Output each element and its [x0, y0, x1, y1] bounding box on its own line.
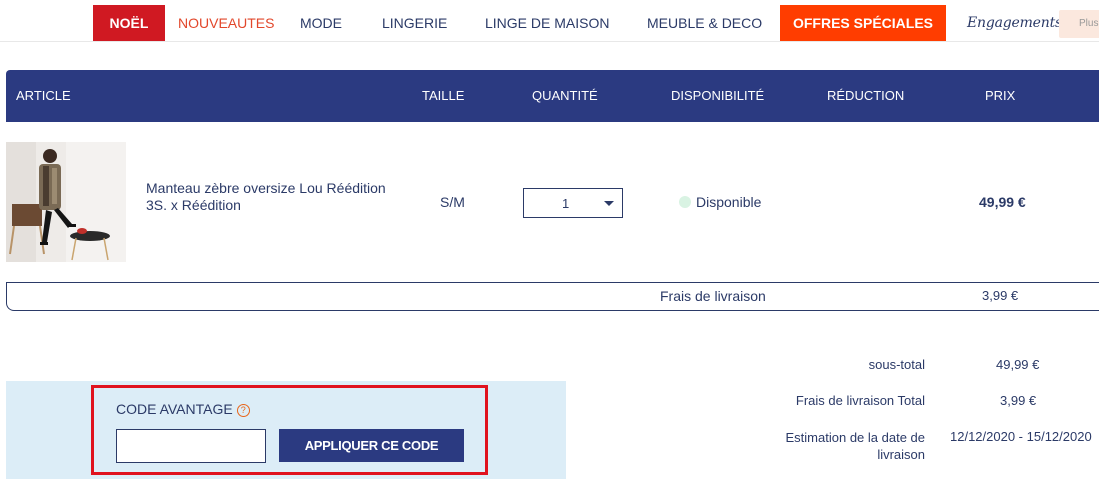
product-price: 49,99 €	[979, 194, 1026, 210]
nav-mode[interactable]: MODE	[300, 5, 342, 41]
coupon-code-input[interactable]	[116, 429, 266, 463]
quantity-select[interactable]: 1	[523, 188, 623, 218]
delivery-total-value: 3,99 €	[1000, 393, 1037, 408]
apply-code-button[interactable]: APPLIQUER CE CODE	[279, 429, 464, 462]
header-taille: TAILLE	[422, 88, 465, 103]
help-icon[interactable]: ?	[236, 404, 250, 417]
availability-dot-icon	[679, 196, 691, 208]
nav-linge-de-maison[interactable]: LINGE DE MAISON	[485, 5, 609, 41]
delivery-estimate-label: Estimation de la date de livraison	[785, 430, 925, 462]
availability-label: Disponible	[696, 194, 762, 210]
delivery-estimate-value: 12/12/2020 - 15/12/2020	[950, 429, 1092, 444]
quantity-value: 1	[562, 196, 570, 211]
product-size: S/M	[440, 194, 465, 210]
nav-engagements[interactable]: Engagements	[967, 5, 1062, 41]
delivery-value: 3,99 €	[982, 288, 1019, 303]
coupon-title-label: CODE AVANTAGE	[116, 401, 233, 417]
nav-lingerie[interactable]: LINGERIE	[382, 5, 447, 41]
header-article: ARTICLE	[16, 88, 71, 103]
product-image[interactable]	[6, 142, 126, 262]
header-prix: PRIX	[985, 88, 1016, 103]
availability-status: Disponible	[679, 194, 761, 210]
nav-meuble-deco[interactable]: MEUBLE & DECO	[647, 5, 762, 41]
delivery-label: Frais de livraison	[660, 288, 766, 304]
nav-plus[interactable]: Plus	[1059, 10, 1099, 38]
header-disponibilite: DISPONIBILITÉ	[671, 88, 765, 103]
chevron-down-icon	[604, 201, 614, 206]
header-reduction: RÉDUCTION	[827, 88, 905, 103]
nav-offres-speciales[interactable]: OFFRES SPÉCIALES	[780, 5, 946, 41]
cart-table-header: ARTICLE TAILLE QUANTITÉ DISPONIBILITÉ RÉ…	[6, 70, 1099, 122]
coupon-title: CODE AVANTAGE?	[116, 401, 250, 417]
product-name[interactable]: Manteau zèbre oversize Lou Réédition 3S.…	[146, 180, 386, 214]
subtotal-label: sous-total	[868, 357, 925, 372]
top-navigation: NOËL NOUVEAUTES MODE LINGERIE LINGE DE M…	[0, 0, 1099, 42]
delivery-row	[6, 282, 1099, 311]
delivery-total-label: Frais de livraison Total	[795, 393, 925, 408]
header-quantite: QUANTITÉ	[532, 88, 598, 103]
nav-noel[interactable]: NOËL	[93, 5, 165, 41]
subtotal-value: 49,99 €	[996, 357, 1040, 372]
nav-nouveautes[interactable]: NOUVEAUTES	[178, 5, 274, 41]
